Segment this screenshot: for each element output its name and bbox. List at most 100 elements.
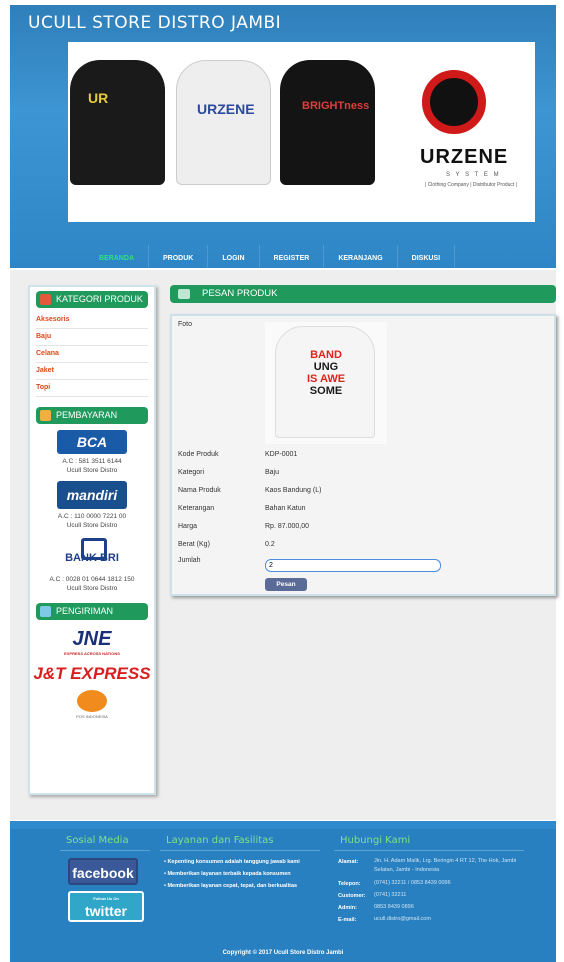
- social-title: Sosial Media: [66, 835, 129, 846]
- shirt-print-3: BRIGHTness: [302, 100, 370, 112]
- shipping-title: PENGIRIMAN: [56, 606, 114, 616]
- banner-shirt-black: UR: [70, 60, 165, 185]
- facebook-link[interactable]: facebook: [68, 858, 138, 885]
- product-image: BAND UNG IS AWE SOME: [265, 322, 387, 444]
- copyright: Copyright © 2017 Ucull Store Distro Jamb…: [222, 950, 344, 956]
- twitter-link[interactable]: Follow Us On twitter: [68, 891, 144, 922]
- value-kode: KDP-0001: [265, 451, 298, 458]
- jne-logo: JNE EXPRESS ACROSS NATIONS: [30, 628, 154, 656]
- site-title[interactable]: UCULL STORE DISTRO JAMBI: [28, 13, 281, 33]
- category-icon: [40, 294, 51, 305]
- shirt-print-2: URZENE: [197, 101, 255, 117]
- category-aksesoris[interactable]: Aksesoris: [36, 312, 148, 329]
- jne-subtext: EXPRESS ACROSS NATIONS: [64, 651, 120, 656]
- nav-beranda[interactable]: BERANDA: [85, 245, 149, 268]
- contact-email[interactable]: ucull.distro@gmail.com: [374, 915, 524, 924]
- order-title: PESAN PRODUK: [202, 288, 278, 299]
- truck-icon: [40, 606, 51, 617]
- print-line-3: IS AWE: [306, 373, 346, 385]
- order-heading: PESAN PRODUK: [170, 285, 556, 303]
- bri-logo: BANK BRI: [57, 536, 127, 568]
- bca-logo: BCA: [57, 430, 127, 454]
- label-harga: Harga: [178, 523, 198, 530]
- service-item: • Memberikan layanan terbaik kepada kons…: [164, 871, 291, 877]
- contact-admin: 0853 8439 0896: [374, 904, 414, 910]
- divider: [334, 850, 524, 851]
- service-item: • Memberikan layanan cepat, tepat, dan b…: [164, 883, 298, 889]
- jt-logo: J&T EXPRESS: [30, 664, 154, 684]
- payment-account: A.C : 110 0000 7221 00 Ucull Store Distr…: [30, 512, 154, 530]
- label-nama: Nama Produk: [178, 487, 221, 494]
- nav-login[interactable]: LOGIN: [208, 245, 260, 268]
- order-icon: [178, 289, 190, 299]
- tshirt-image: BAND UNG IS AWE SOME: [275, 326, 375, 438]
- mandiri-logo: mandiri: [57, 481, 127, 509]
- content-area: PESAN PRODUK Foto BAND UNG IS AWE SOME K…: [170, 285, 556, 596]
- sidebar: KATEGORI PRODUK Aksesoris Baju Celana Ja…: [28, 285, 156, 795]
- value-nama: Kaos Bandung (L): [265, 487, 322, 494]
- category-baju[interactable]: Baju: [36, 329, 148, 346]
- print-line-1: BAND: [310, 349, 342, 361]
- contact-label: Customer:: [338, 893, 366, 899]
- account-number: A.C : 0028 01 0644 1812 150: [49, 576, 135, 583]
- label-kode: Kode Produk: [178, 451, 219, 458]
- site-header: UCULL STORE DISTRO JAMBI UR URZENE BRIGH…: [10, 5, 556, 268]
- brand-logo-icon: [422, 70, 486, 134]
- print-line-2: UNG: [313, 361, 339, 373]
- nav-produk[interactable]: PRODUK: [149, 245, 209, 268]
- contact-customer: (0741) 32211: [374, 892, 407, 898]
- brand-logo-text: URZENE: [420, 146, 509, 168]
- categories-title: KATEGORI PRODUK: [56, 294, 143, 304]
- contact-label: E-mail:: [338, 917, 357, 923]
- contact-label: Telepon:: [338, 881, 361, 887]
- banner-shirt-black-2: BRIGHTness: [280, 60, 375, 185]
- value-harga: Rp. 87.000,00: [265, 523, 309, 530]
- category-celana[interactable]: Celana: [36, 346, 148, 363]
- label-jumlah: Jumlah: [178, 557, 201, 564]
- contact-address: Jln. H. Adam Malik, Lrg. Beringin 4 RT 1…: [374, 858, 517, 873]
- payment-heading: PEMBAYARAN: [36, 407, 148, 424]
- categories-heading: KATEGORI PRODUK: [36, 291, 148, 308]
- site-footer: Sosial Media facebook Follow Us On twitt…: [10, 821, 556, 962]
- label-foto: Foto: [178, 321, 193, 328]
- main-nav: BERANDA PRODUK LOGIN REGISTER KERANJANG …: [85, 245, 540, 268]
- brand-tagline: | Clothing Company | Distributor Product…: [425, 182, 517, 188]
- category-list: Aksesoris Baju Celana Jaket Topi: [36, 312, 148, 397]
- contact-phone: (0741) 32211 / 0853 8439 0096: [374, 880, 451, 886]
- banner-shirt-white: URZENE: [176, 60, 271, 185]
- print-line-4: SOME: [309, 385, 343, 397]
- quantity-input[interactable]: [265, 559, 441, 572]
- payment-account: A.C : 581 3511 6144 Ucull Store Distro: [30, 457, 154, 475]
- tshirt-print: BAND UNG IS AWE SOME: [304, 349, 348, 397]
- order-form: Foto BAND UNG IS AWE SOME Kode Produk KD…: [170, 314, 556, 596]
- payment-title: PEMBAYARAN: [56, 410, 118, 420]
- divider: [60, 850, 150, 851]
- category-jaket[interactable]: Jaket: [36, 363, 148, 380]
- nav-diskusi[interactable]: DISKUSI: [398, 245, 456, 268]
- main-area: KATEGORI PRODUK Aksesoris Baju Celana Ja…: [10, 270, 556, 820]
- jne-text: JNE: [72, 628, 112, 650]
- contact-title: Hubungi Kami: [340, 835, 411, 846]
- label-kategori: Kategori: [178, 469, 205, 476]
- service-item: • Kepenting konsumen adalah tanggung jaw…: [164, 859, 300, 865]
- value-kategori: Baju: [265, 469, 280, 476]
- nav-register[interactable]: REGISTER: [260, 245, 325, 268]
- contact-label: Alamat:: [338, 859, 359, 865]
- category-topi[interactable]: Topi: [36, 380, 148, 397]
- pos-label: POS INDONESIA: [76, 714, 108, 719]
- banner-slider[interactable]: UR URZENE BRIGHTness URZENE S Y S T E M …: [68, 42, 535, 222]
- shipping-heading: PENGIRIMAN: [36, 603, 148, 620]
- account-number: A.C : 581 3511 6144: [62, 458, 122, 465]
- divider: [160, 850, 320, 851]
- jt-text: J&T EXPRESS: [33, 664, 151, 683]
- brand-sub: S Y S T E M: [446, 172, 501, 178]
- account-holder: Ucull Store Distro: [66, 585, 118, 592]
- nav-keranjang[interactable]: KERANJANG: [324, 245, 398, 268]
- footer-top-band: [10, 821, 556, 829]
- label-keterangan: Keterangan: [178, 505, 215, 512]
- value-berat: 0.2: [265, 541, 275, 548]
- account-number: A.C : 110 0000 7221 00: [57, 513, 127, 520]
- order-button[interactable]: Pesan: [265, 578, 307, 591]
- services-title: Layanan dan Fasilitas: [166, 835, 274, 846]
- wallet-icon: [40, 410, 51, 421]
